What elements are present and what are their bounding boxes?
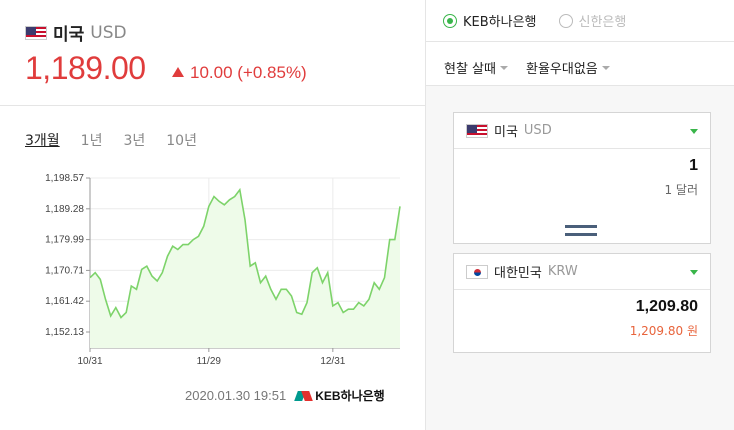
radio-button-icon: [443, 13, 457, 28]
y-tick-label: 1,179.99: [45, 235, 84, 246]
currency-code: USD: [90, 22, 127, 43]
converter-panel: KEB하나은행 신한은행 현찰 살때 환율우대없음 미국 USD 1 1 달러: [425, 0, 734, 430]
preference-label: 환율우대없음: [525, 62, 598, 77]
tab-3-years[interactable]: 3년: [123, 130, 145, 150]
from-country: 미국: [494, 125, 518, 140]
bank-label: 신한은행: [578, 15, 627, 30]
us-flag-icon: [25, 25, 47, 40]
tab-10-years[interactable]: 10년: [166, 130, 197, 150]
from-currency-select[interactable]: 미국 USD: [454, 113, 710, 149]
kr-flag-icon: [466, 264, 488, 279]
tab-1-year[interactable]: 1년: [81, 130, 103, 150]
chevron-down-icon: [601, 65, 610, 70]
radio-shinhan[interactable]: 신한은행: [558, 11, 627, 30]
rate-header: 미국 USD 1,189.00 10.00 (+0.85%): [0, 0, 425, 106]
rate-filters: 현찰 살때 환율우대없음: [444, 58, 610, 77]
keb-hana-logo: KEB하나은행: [296, 387, 385, 404]
rate-chart: 1,198.57 1,189.28 1,179.99 1,170.71 1,161.42…: [0, 160, 425, 370]
to-currency-select[interactable]: 대한민국 KRW: [454, 254, 710, 290]
period-tabs: 3개월 1년 3년 10년: [25, 130, 197, 150]
timestamp: 2020.01.30 19:51: [185, 388, 287, 403]
to-country: 대한민국: [494, 266, 542, 281]
radio-keb-hana[interactable]: KEB하나은행: [443, 11, 537, 30]
us-flag-icon: [466, 123, 488, 138]
to-code: KRW: [547, 264, 578, 279]
rate-chart-svg: 1,198.57 1,189.28 1,179.99 1,170.71 1,161.42…: [45, 173, 401, 367]
rate-change-text: 10.00 (+0.85%): [190, 63, 307, 82]
bank-selector: KEB하나은행 신한은행: [426, 0, 734, 42]
to-currency-box: 대한민국 KRW 1,209.80 1,209.80 원: [453, 253, 711, 353]
y-tick-label: 1,189.28: [45, 204, 84, 215]
chevron-down-icon: [690, 129, 698, 134]
keb-hana-logo-text: KEB하나은행: [315, 389, 385, 403]
preference-dropdown[interactable]: 환율우대없음: [526, 58, 610, 77]
x-tick-label: 11/29: [197, 356, 222, 367]
equals-icon: [565, 225, 597, 241]
from-code: USD: [523, 123, 552, 138]
x-tick-label: 12/31: [320, 356, 345, 367]
chart-footer: 2020.01.30 19:51 KEB하나은행: [185, 387, 385, 404]
rate-change: 10.00 (+0.85%): [172, 63, 307, 83]
y-tick-label: 1,152.13: [45, 327, 84, 338]
currency-title: 미국 USD: [25, 20, 127, 45]
bank-label: KEB하나은행: [463, 15, 537, 30]
rate-summary-panel: 미국 USD 1,189.00 10.00 (+0.85%) 3개월 1년 3년…: [0, 0, 425, 430]
tab-3-months[interactable]: 3개월: [25, 130, 60, 150]
rate-type-dropdown[interactable]: 현찰 살때: [444, 58, 508, 77]
y-tick-label: 1,170.71: [45, 265, 84, 276]
rate-type-label: 현찰 살때: [444, 62, 496, 77]
series-area: [90, 189, 400, 348]
from-amount-input[interactable]: 1: [454, 149, 710, 181]
y-tick-label: 1,161.42: [45, 296, 84, 307]
chevron-down-icon: [690, 270, 698, 275]
to-amount-input[interactable]: 1,209.80: [454, 290, 710, 322]
keb-hana-logo-icon: [296, 389, 312, 403]
radio-button-icon: [558, 13, 573, 28]
exchange-rate-value: 1,189.00: [25, 50, 146, 86]
up-triangle-icon: [172, 67, 184, 77]
x-tick-label: 10/31: [77, 356, 102, 367]
currency-name: 미국: [53, 25, 85, 45]
chevron-down-icon: [499, 65, 508, 70]
y-tick-label: 1,198.57: [45, 173, 84, 184]
to-amount-text: 1,209.80 원: [629, 324, 698, 338]
